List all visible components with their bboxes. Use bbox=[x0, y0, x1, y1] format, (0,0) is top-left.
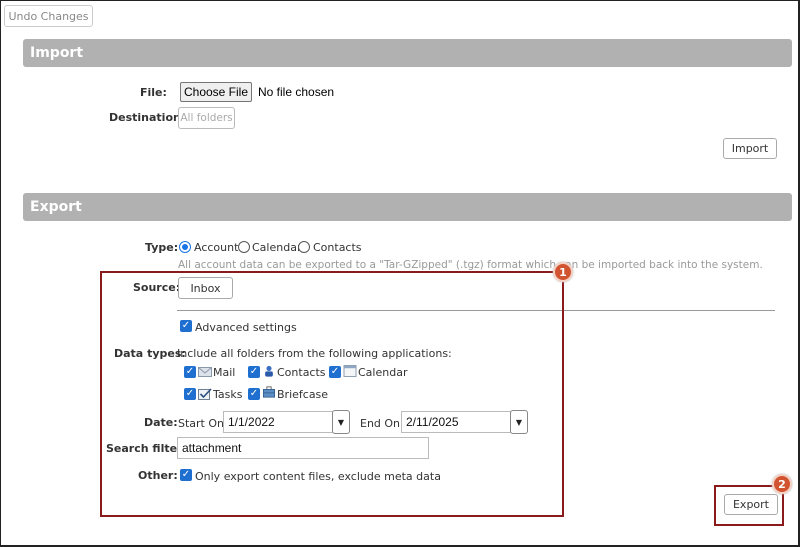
radio-contacts[interactable] bbox=[298, 241, 310, 253]
undo-changes-button[interactable]: Undo Changes bbox=[4, 5, 93, 27]
radio-calendar-label: Calendar bbox=[252, 241, 302, 254]
export-hint-text: All account data can be exported to a "T… bbox=[178, 259, 763, 271]
file-status-text: No file chosen bbox=[258, 85, 335, 99]
destination-folder-button[interactable]: All folders bbox=[178, 107, 235, 129]
export-section-title: Export bbox=[30, 199, 82, 215]
annotation-badge-1: 1 bbox=[553, 262, 573, 282]
destination-label: Destination: bbox=[109, 111, 186, 124]
export-section-header: Export bbox=[23, 193, 792, 221]
radio-contacts-label: Contacts bbox=[313, 241, 362, 254]
type-label: Type: bbox=[145, 241, 179, 254]
annotation-highlight-2 bbox=[714, 485, 784, 526]
radio-calendar[interactable] bbox=[238, 241, 250, 253]
choose-file-button[interactable]: Choose File bbox=[180, 82, 252, 102]
annotation-badge-2: 2 bbox=[772, 474, 792, 494]
radio-account[interactable] bbox=[179, 241, 191, 253]
file-label: File: bbox=[140, 86, 167, 99]
radio-account-label: Account bbox=[194, 241, 239, 254]
import-section-header: Import bbox=[23, 39, 792, 67]
import-button[interactable]: Import bbox=[723, 138, 777, 159]
annotation-highlight-1 bbox=[100, 271, 564, 517]
import-section-title: Import bbox=[30, 45, 84, 61]
